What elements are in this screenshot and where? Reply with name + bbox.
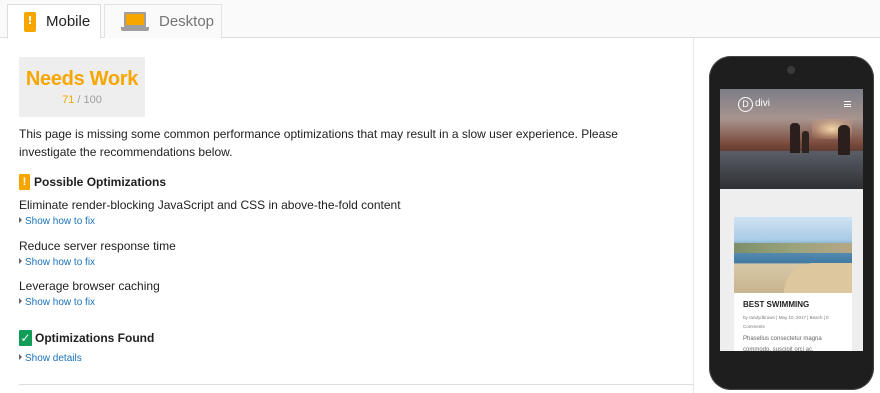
desktop-icon (121, 11, 149, 32)
show-how-to-fix-link[interactable]: Show how to fix (19, 257, 95, 268)
tab-desktop-label: Desktop (159, 13, 215, 30)
show-details-label: Show details (25, 353, 82, 364)
post-meta: by randydbrown | May 10, 2017 | Beach | … (743, 315, 829, 329)
post-image (734, 217, 852, 293)
caret-right-icon (19, 217, 22, 223)
camera-icon (787, 66, 795, 74)
summary-text: This page is missing some common perform… (19, 127, 618, 159)
score-title: Needs Work (25, 68, 139, 90)
post-title: BEST SWIMMING (743, 300, 810, 309)
rule-title: Leverage browser caching (19, 279, 160, 293)
score-box: Needs Work 71 / 100 (19, 57, 145, 117)
show-details-link[interactable]: Show details (19, 353, 82, 364)
phone-screen: D divi BEST SWIMMING by randydbrown | Ma… (720, 89, 863, 351)
phone-preview: D divi BEST SWIMMING by randydbrown | Ma… (709, 56, 874, 390)
results-panel: Needs Work 71 / 100 This page is missing… (0, 38, 694, 393)
site-logo-text: divi (755, 98, 771, 109)
caret-right-icon (19, 354, 22, 360)
show-how-to-fix-link[interactable]: Show how to fix (19, 216, 95, 227)
tab-mobile[interactable]: Mobile (7, 4, 101, 39)
show-how-to-fix-label: Show how to fix (25, 257, 96, 268)
possible-optimizations-heading: ! Possible Optimizations (19, 174, 166, 190)
caret-right-icon (19, 298, 22, 304)
device-tabs: Mobile Desktop (0, 0, 880, 39)
show-how-to-fix-label: Show how to fix (25, 216, 96, 227)
mobile-warning-icon (24, 11, 36, 32)
show-how-to-fix-label: Show how to fix (25, 297, 96, 308)
score-max: / 100 (77, 94, 102, 106)
optimizations-found-heading: ✓ Optimizations Found (19, 330, 154, 346)
show-how-to-fix-link[interactable]: Show how to fix (19, 297, 95, 308)
rule-title: Eliminate render-blocking JavaScript and… (19, 198, 401, 212)
score-value: 71 (62, 94, 75, 106)
divider (19, 384, 694, 385)
hamburger-icon (844, 101, 851, 107)
blog-post-card: BEST SWIMMING by randydbrown | May 10, 2… (734, 217, 852, 351)
optimizations-found-label: Optimizations Found (35, 331, 155, 345)
tab-mobile-label: Mobile (46, 13, 91, 30)
site-header: D divi (720, 89, 863, 119)
tab-desktop[interactable]: Desktop (104, 4, 222, 38)
score-line: 71 / 100 (19, 94, 145, 106)
post-excerpt: Phasellus consectetur magna commodo, sus… (743, 336, 822, 351)
divi-logo-icon: D (738, 97, 753, 112)
possible-optimizations-label: Possible Optimizations (34, 175, 167, 189)
warning-icon: ! (19, 174, 30, 190)
rule-title: Reduce server response time (19, 239, 176, 253)
checkmark-icon: ✓ (19, 330, 32, 346)
caret-right-icon (19, 258, 22, 264)
